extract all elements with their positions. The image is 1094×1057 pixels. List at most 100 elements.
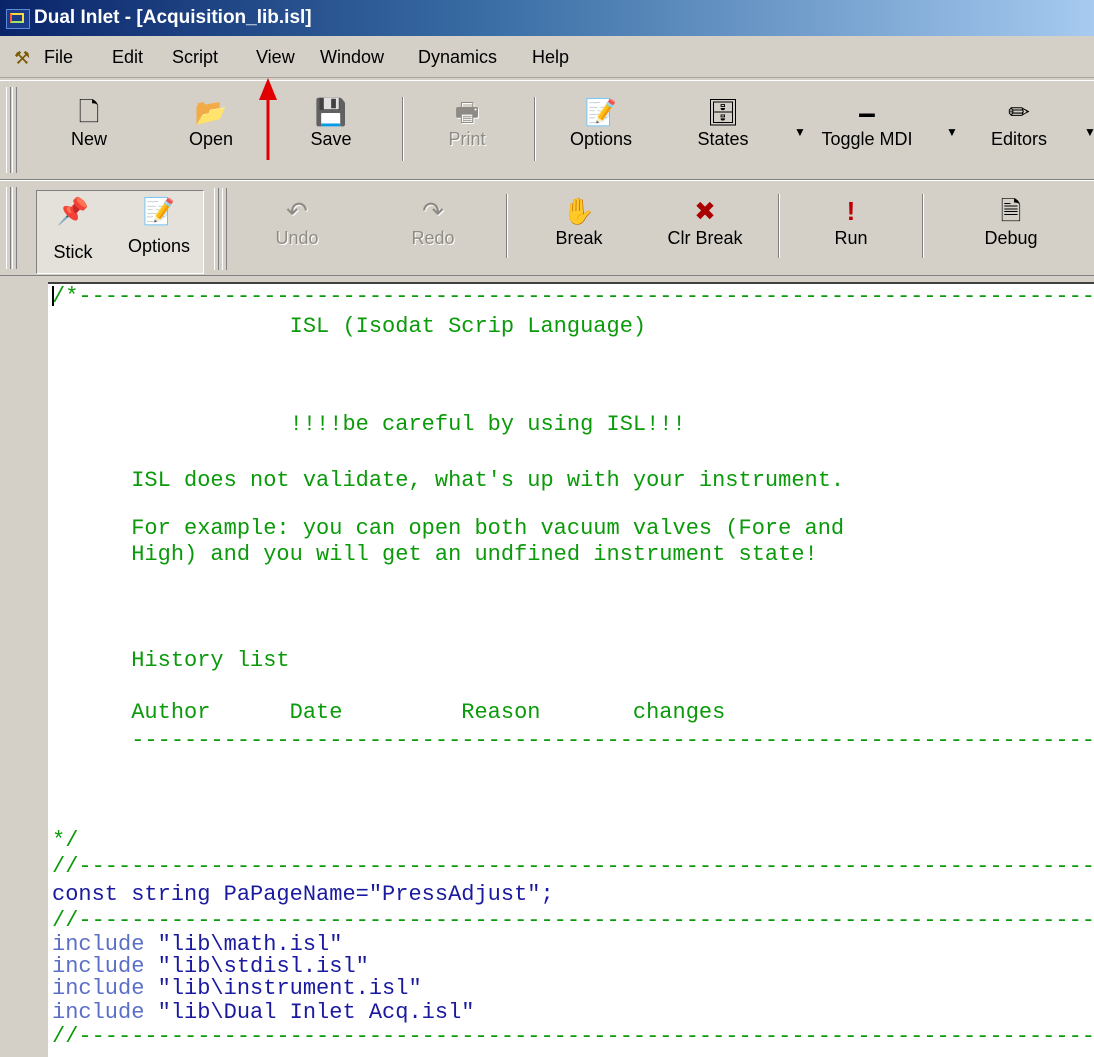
code-line[interactable]: //--------------------------------------… bbox=[52, 1024, 1094, 1050]
stick-label: Stick bbox=[53, 242, 93, 262]
save-label: Save bbox=[310, 129, 352, 149]
redo-label: Redo bbox=[411, 228, 455, 248]
toolbar-grip[interactable] bbox=[6, 187, 11, 269]
toolbar-grip[interactable] bbox=[222, 188, 227, 270]
toggle-mdi-button[interactable]: 🗕 Toggle MDI bbox=[812, 95, 922, 150]
states-icon: 🗄 bbox=[706, 97, 740, 127]
hand-icon: ✋ bbox=[562, 196, 596, 226]
new-document-icon: 🗋 bbox=[78, 97, 100, 127]
menu-bar: ⚒ File Edit Script View Window Dynamics … bbox=[0, 37, 1094, 78]
open-button[interactable]: 📂 Open bbox=[156, 95, 266, 150]
toolbar-separator bbox=[506, 194, 508, 258]
undo-button[interactable]: ↶ Undo bbox=[242, 194, 352, 249]
clear-break-label: Clr Break bbox=[667, 228, 743, 248]
menu-view[interactable]: View bbox=[256, 47, 295, 68]
states-label: States bbox=[697, 129, 749, 149]
code-line[interactable]: ISL (Isodat Scrip Language) bbox=[52, 314, 646, 340]
main-toolbar: 🗋 New 📂 Open 💾 Save 🖶 Print 📝 Options 🗄 … bbox=[0, 80, 1094, 180]
editors-button[interactable]: ✏ Editors bbox=[964, 95, 1074, 150]
menu-window[interactable]: Window bbox=[320, 47, 384, 68]
new-button[interactable]: 🗋 New bbox=[34, 95, 144, 150]
toolbar-grip[interactable] bbox=[12, 87, 17, 173]
floppy-disk-icon: 💾 bbox=[314, 97, 348, 127]
toolbar-separator bbox=[922, 194, 924, 258]
menu-edit[interactable]: Edit bbox=[112, 47, 143, 68]
code-line[interactable]: include "lib\Dual Inlet Acq.isl" bbox=[52, 1000, 474, 1026]
menu-script[interactable]: Script bbox=[172, 47, 218, 68]
redo-button[interactable]: ↷ Redo bbox=[378, 194, 488, 249]
toggle-mdi-label: Toggle MDI bbox=[821, 129, 913, 149]
code-line[interactable]: High) and you will get an undfined instr… bbox=[52, 542, 818, 568]
options-pencil-icon: 📝 bbox=[584, 97, 618, 127]
code-line[interactable]: //--------------------------------------… bbox=[52, 908, 1094, 934]
redo-icon: ↷ bbox=[422, 196, 444, 226]
code-line[interactable]: include "lib\instrument.isl" bbox=[52, 976, 422, 1002]
save-button[interactable]: 💾 Save bbox=[276, 95, 386, 150]
script-options-button[interactable]: 📝 Options bbox=[114, 194, 204, 257]
toolbar-grip[interactable] bbox=[214, 188, 219, 270]
states-dropdown-arrow[interactable]: ▼ bbox=[794, 125, 806, 139]
menu-help[interactable]: Help bbox=[532, 47, 569, 68]
toggle-mdi-icon: 🗕 bbox=[857, 97, 877, 127]
code-keyword: include bbox=[52, 976, 158, 1001]
clear-break-icon: ✖ bbox=[694, 196, 716, 226]
undo-label: Undo bbox=[275, 228, 319, 248]
document-system-icon[interactable]: ⚒ bbox=[14, 48, 30, 69]
code-line[interactable]: !!!!be careful by using ISL!!! bbox=[52, 412, 686, 438]
printer-icon: 🖶 bbox=[454, 97, 480, 127]
debug-label: Debug bbox=[984, 228, 1038, 248]
code-string: "lib\instrument.isl" bbox=[157, 976, 422, 1001]
code-line[interactable]: /*--------------------------------------… bbox=[52, 284, 1094, 310]
code-line[interactable]: For example: you can open both vacuum va… bbox=[52, 516, 844, 542]
code-string: "PressAdjust"; bbox=[368, 882, 554, 907]
window-title: Dual Inlet - [Acquisition_lib.isl] bbox=[34, 7, 312, 28]
print-button[interactable]: 🖶 Print bbox=[412, 95, 522, 150]
run-button[interactable]: ! Run bbox=[796, 194, 906, 249]
exclamation-icon: ! bbox=[846, 196, 856, 226]
debug-button[interactable]: 🗎 Debug bbox=[956, 194, 1066, 249]
debug-icon: 🗎 bbox=[1000, 196, 1022, 226]
pencil-icon: ✏ bbox=[1008, 97, 1030, 127]
code-keyword: const string PaPageName= bbox=[52, 882, 369, 907]
menu-dynamics[interactable]: Dynamics bbox=[418, 47, 497, 68]
code-string: "lib\Dual Inlet Acq.isl" bbox=[157, 1000, 475, 1025]
options-pencil-icon: 📝 bbox=[142, 196, 176, 226]
toolbar-separator bbox=[534, 97, 536, 161]
undo-icon: ↶ bbox=[286, 196, 308, 226]
pushpin-icon: 📌 bbox=[56, 196, 90, 226]
code-line[interactable]: History list bbox=[52, 648, 289, 674]
states-button[interactable]: 🗄 States bbox=[668, 95, 778, 150]
code-line[interactable]: Author Date Reason changes bbox=[52, 700, 725, 726]
toolbar-grip[interactable] bbox=[6, 87, 11, 173]
code-line[interactable]: const string PaPageName="PressAdjust"; bbox=[52, 882, 554, 908]
options-label: Options bbox=[569, 129, 633, 149]
code-keyword: include bbox=[52, 1000, 158, 1025]
script-options-label: Options bbox=[127, 236, 191, 256]
app-icon[interactable] bbox=[6, 9, 30, 29]
open-folder-icon: 📂 bbox=[194, 97, 228, 127]
code-editor[interactable]: /*--------------------------------------… bbox=[48, 282, 1094, 1057]
new-label: New bbox=[70, 129, 107, 149]
editors-dropdown-arrow[interactable]: ▼ bbox=[1084, 125, 1094, 139]
text-caret bbox=[52, 286, 54, 306]
menu-file[interactable]: File bbox=[44, 47, 73, 68]
stick-button[interactable]: 📌 Stick bbox=[28, 194, 118, 263]
toolbar-separator bbox=[402, 97, 404, 161]
break-label: Break bbox=[555, 228, 603, 248]
options-button[interactable]: 📝 Options bbox=[546, 95, 656, 150]
run-label: Run bbox=[834, 228, 868, 248]
toolbar-separator bbox=[778, 194, 780, 258]
code-line[interactable]: */ bbox=[52, 828, 78, 854]
editors-label: Editors bbox=[990, 129, 1048, 149]
break-button[interactable]: ✋ Break bbox=[524, 194, 634, 249]
open-label: Open bbox=[188, 129, 234, 149]
toggle-mdi-dropdown-arrow[interactable]: ▼ bbox=[946, 125, 958, 139]
print-label: Print bbox=[448, 129, 486, 149]
code-line[interactable]: //--------------------------------------… bbox=[52, 854, 1094, 880]
clear-break-button[interactable]: ✖ Clr Break bbox=[650, 194, 760, 249]
code-line[interactable]: ISL does not validate, what's up with yo… bbox=[52, 468, 844, 494]
code-line[interactable]: ----------------------------------------… bbox=[52, 728, 1094, 754]
editor-gutter[interactable] bbox=[12, 282, 49, 1055]
toolbar-grip[interactable] bbox=[12, 187, 17, 269]
title-bar[interactable]: Dual Inlet - [Acquisition_lib.isl] bbox=[0, 0, 1094, 36]
